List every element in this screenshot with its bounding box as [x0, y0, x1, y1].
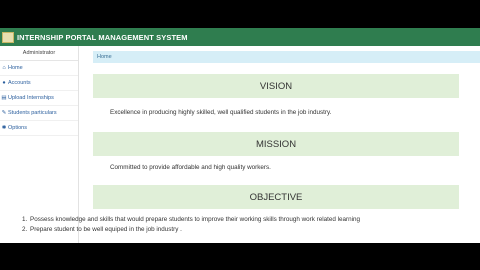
vision-heading: VISION: [93, 74, 459, 98]
sidebar-item-upload-internships[interactable]: ▤ Upload Internships: [0, 91, 78, 106]
mission-heading-text: MISSION: [255, 138, 297, 150]
list-item: 1. Possess knowledge and skills that woul…: [22, 215, 360, 225]
list-number: 1.: [22, 216, 28, 223]
mission-text: Committed to provide affordable and high…: [110, 164, 271, 171]
user-icon: ●: [2, 80, 6, 86]
breadcrumb-home-link[interactable]: Home: [97, 54, 112, 60]
sidebar-item-label: Students particulars: [8, 110, 57, 116]
objective-list: 1. Possess knowledge and skills that woul…: [22, 215, 360, 235]
sidebar-item-label: Upload Internships: [8, 95, 54, 101]
app-window: INTERNSHIP PORTAL MANAGEMENT SYSTEM Admi…: [0, 28, 480, 243]
list-number: 2.: [22, 226, 28, 233]
sidebar-user: Administrator: [22, 50, 56, 56]
objective-heading-text: OBJECTIVE: [249, 191, 303, 203]
vision-text: Excellence in producing highly skilled, …: [110, 109, 332, 116]
objective-item-text: Prepare student to be well equiped in th…: [30, 226, 182, 233]
vision-heading-text: VISION: [259, 80, 293, 92]
sidebar-item-label: Accounts: [8, 80, 31, 86]
sidebar-item-accounts[interactable]: ● Accounts: [0, 76, 78, 91]
list-item: 2. Prepare student to be well equiped in …: [22, 225, 360, 235]
mission-heading: MISSION: [93, 132, 459, 156]
sidebar-item-label: Home: [8, 65, 23, 71]
sidebar-item-options[interactable]: ✱ Options: [0, 121, 78, 136]
top-bar: INTERNSHIP PORTAL MANAGEMENT SYSTEM: [0, 28, 480, 46]
sidebar-item-home[interactable]: ⌂ Home: [0, 61, 78, 76]
main-content: Home VISION Excellence in producing high…: [79, 46, 480, 243]
upload-icon: ▤: [1, 95, 7, 101]
sidebar-item-students-particulars[interactable]: ✎ Students particulars: [0, 106, 78, 121]
app-title: INTERNSHIP PORTAL MANAGEMENT SYSTEM: [17, 32, 188, 42]
objective-item-text: Possess knowledge and skills that would …: [30, 216, 361, 223]
logo-icon: [2, 31, 14, 43]
sidebar: Administrator ⌂ Home ● Accounts ▤ Upload…: [0, 46, 79, 243]
gear-icon: ✱: [1, 125, 7, 131]
sidebar-item-label: Options: [8, 125, 27, 131]
home-icon: ⌂: [2, 65, 6, 71]
pin-icon: ✎: [1, 110, 7, 116]
objective-heading: OBJECTIVE: [93, 185, 459, 209]
breadcrumb: Home: [93, 51, 480, 63]
